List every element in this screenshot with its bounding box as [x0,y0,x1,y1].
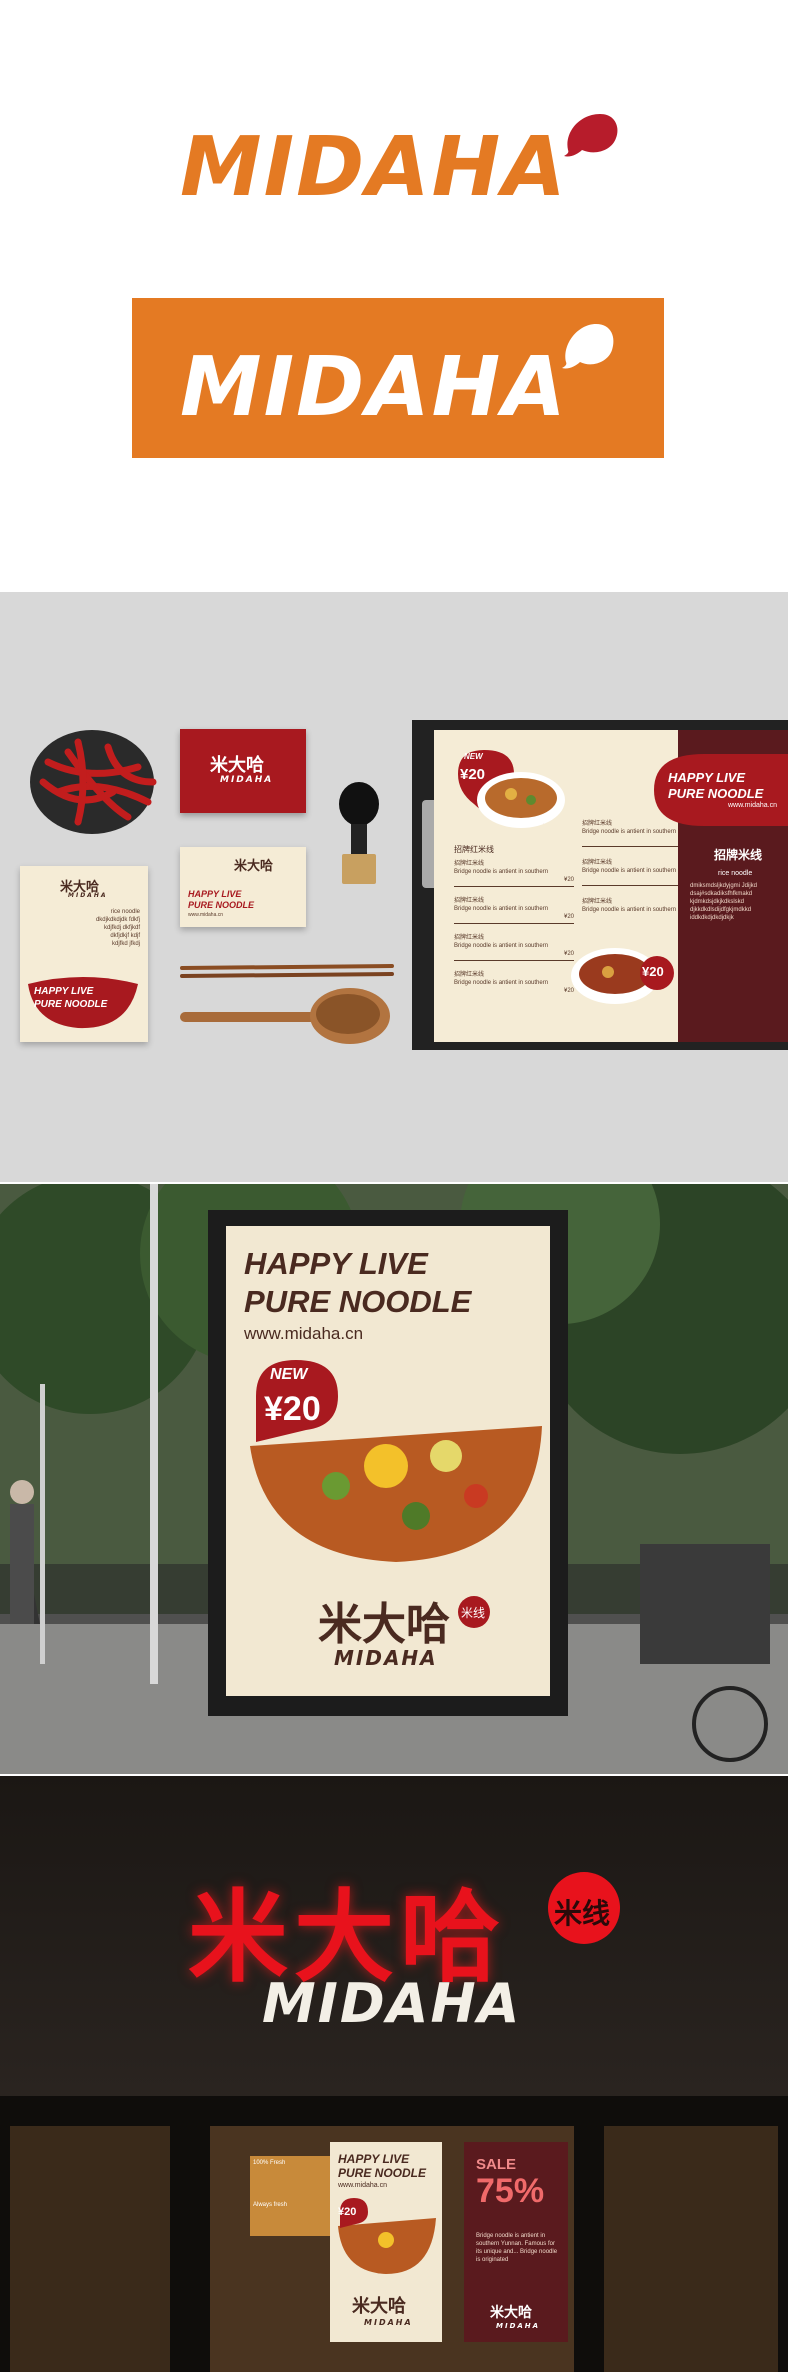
poster-slogan-1: HAPPY LIVE [244,1246,428,1281]
billboard-section: HAPPY LIVE PURE NOODLE www.midaha.cn NEW… [0,1184,788,1774]
poster-logo-cn: 米大哈 [318,1599,450,1650]
speech-drop-icon [564,114,618,157]
menu-right-page: HAPPY LIVE PURE NOODLE www.midaha.cn 招牌米… [654,730,788,1042]
noodle-bowl-image [477,772,565,828]
billboard-poster: HAPPY LIVE PURE NOODLE www.midaha.cn NEW… [226,1226,550,1696]
menu-list-left: 招牌红米线 Bridge noodle is antient in southe… [454,861,574,994]
sale-logo: 米大哈 [490,2305,532,2321]
window-display: 100% Fresh Always fresh [250,2156,330,2236]
chopsticks-image [180,964,394,978]
menu-price-2: ¥20 [642,964,664,979]
poster-slogan-2: PURE NOODLE [244,1284,472,1319]
poster-new-badge: NEW [270,1366,308,1383]
menu-signature-title: 招牌米线 [714,848,763,862]
logo-section: MIDAHA MIDAHA [0,0,788,592]
price-circle: ¥20 [640,956,674,990]
new-badge: NEW [464,752,483,761]
storefront-tag-text: 米线 [554,1898,611,1929]
sale-logo-en: MIDAHA [496,2322,541,2330]
wooden-spoon-image [180,988,390,1044]
menu-side-text: dmiksmdsljkdyjgmi Jdijkd dsaj#sdkadiksfh… [690,883,758,921]
sale-label: SALE [476,2156,517,2173]
menu-slogan-2: PURE NOODLE [668,786,764,801]
card-website: www.midaha.cn [188,912,224,918]
logo-block-orange: MIDAHA [132,298,664,458]
storefront-logo-en: MIDAHA [262,1972,522,2035]
shop-windows: 100% Fresh Always fresh HAPPY LIVE PURE … [0,2096,788,2372]
window-right [604,2126,778,2372]
poster-website: www.midaha.cn [244,1324,364,1343]
clipboard: NEW ¥20 招牌红米线 招牌红米线 Bridge noodle is ant… [412,720,788,1050]
window-poster-logo-en: MIDAHA [364,2318,413,2327]
letterhead-text: rice noodle dkdjkdkdjdk fdkfj kdjfkdj dk… [95,909,140,947]
business-card-red: 米大哈 MIDAHA [180,729,306,813]
card-slogan-2: PURE NOODLE [188,900,255,910]
menu-slogan-1: HAPPY LIVE [668,770,746,785]
logo-wordmark-white: MIDAHA [180,340,568,435]
card-logo-cn: 米大哈 [210,755,264,776]
chili-bowl-image [30,730,157,834]
storefront-section: 米大哈 米线 MIDAHA 100% Fresh Always fresh HA… [0,1776,788,2372]
poster-price: ¥20 [264,1390,321,1428]
window-poster-logo: 米大哈 [352,2296,406,2317]
poster-tag-circle: 米线 [458,1596,490,1628]
logo-wordmark-orange: MIDAHA [180,120,568,215]
poster-tag-text: 米线 [461,1606,486,1620]
card-logo-en: MIDAHA [220,775,274,785]
poster-logo-en: MIDAHA [334,1646,438,1670]
stationery-section: 米大哈 MIDAHA 米大哈 HAPPY LIVE PURE NOODLE ww… [0,592,788,1182]
card-logo-cn: 米大哈 [234,859,274,874]
sale-percent: 75% [476,2172,545,2210]
window-left [10,2126,170,2372]
card-slogan-1: HAPPY LIVE [188,889,242,899]
menu-list-middle: 招牌红米线 Bridge noodle is antient in southe… [582,820,692,922]
letterhead-slogan-1: HAPPY LIVE [34,986,94,997]
window-poster-price: ¥20 [338,2206,357,2218]
menu-side-title: rice noodle [718,870,753,877]
window-poster-website: www.midaha.cn [338,2182,388,2189]
sale-body: Bridge noodle is antient in southern Yun… [476,2233,558,2263]
storefront-tag-circle: 米线 [548,1872,620,1944]
speech-drop-icon-white [562,324,614,369]
menu-section-title: 招牌红米线 [454,845,494,854]
window-poster-slogan-2: PURE NOODLE [338,2166,427,2180]
window-poster-left: HAPPY LIVE PURE NOODLE www.midaha.cn ¥20… [330,2142,442,2342]
window-poster-right: SALE 75% Bridge noodle is antient in sou… [464,2142,568,2342]
menu-sheet: NEW ¥20 招牌红米线 招牌红米线 Bridge noodle is ant… [434,730,788,1042]
letterhead: 米大哈 MIDAHA rice noodle dkdjkdkdjdk fdkfj… [20,866,148,1042]
window-poster-slogan-1: HAPPY LIVE [338,2152,410,2166]
letterhead-logo-en: MIDAHA [68,892,108,899]
business-card-cream: 米大哈 HAPPY LIVE PURE NOODLE www.midaha.cn [180,847,306,927]
menu-website: www.midaha.cn [728,802,778,809]
poster-food-image [250,1360,542,1562]
billboard-frame: HAPPY LIVE PURE NOODLE www.midaha.cn NEW… [208,1210,568,1716]
letterhead-slogan-2: PURE NOODLE [34,999,108,1010]
stamp-image [339,782,379,884]
